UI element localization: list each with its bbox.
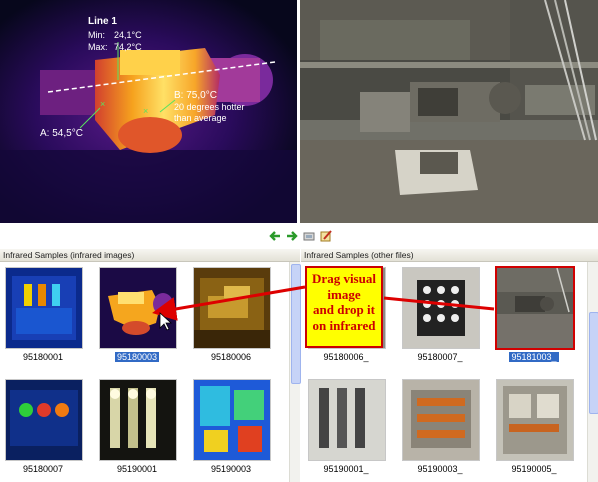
point-b-note-2: than average — [174, 113, 227, 123]
thumbnail-95180007[interactable] — [5, 379, 83, 461]
min-value: 24,1°C — [114, 30, 142, 40]
thumbnail-label-selected: 95180003 — [114, 352, 160, 362]
infrared-image-preview: × × Line 1 Min: 24,1°C Max: 74,2°C A: 54… — [0, 0, 297, 223]
visual-photo — [300, 0, 598, 223]
callout-line: and drop it — [313, 302, 375, 317]
callout-line: Drag visual — [312, 271, 376, 286]
thumbnail-95190001_[interactable] — [308, 379, 386, 461]
right-scrollbar[interactable] — [587, 262, 598, 482]
forward-arrow-icon[interactable] — [285, 229, 299, 243]
scroll-thumb[interactable] — [291, 264, 301, 384]
thumbnail-95190005_[interactable] — [496, 379, 574, 461]
thumbnail-label-selected: 95181003_ — [509, 352, 559, 362]
thumbnail-label: 95190005_ — [511, 464, 557, 474]
thumbnail-label: 95190003_ — [417, 464, 463, 474]
infrared-image: × × Line 1 Min: 24,1°C Max: 74,2°C A: 54… — [0, 0, 297, 223]
thumbnail-label: 95180006_ — [323, 352, 369, 362]
pane-title: Infrared Samples (other files) — [301, 249, 598, 262]
infrared-images-pane: Infrared Samples (infrared images) 95180… — [0, 249, 301, 482]
thumbnail-95180006[interactable] — [193, 267, 271, 349]
thumbnail-label: 95180006 — [210, 352, 252, 362]
max-value: 74,2°C — [114, 42, 142, 52]
thumbnail-95181003_[interactable] — [495, 266, 575, 350]
thumbnail-95190001[interactable] — [99, 379, 177, 461]
thumbnail-95190003[interactable] — [193, 379, 271, 461]
thumbnail-label: 95190003 — [210, 464, 252, 474]
thumbnail-95180007_[interactable] — [402, 267, 480, 349]
visual-image-preview — [300, 0, 598, 223]
svg-text:×: × — [100, 99, 105, 109]
drag-instruction-callout: Drag visual image and drop it on infrare… — [305, 266, 383, 348]
line-title: Line 1 — [88, 16, 117, 27]
thumbnail-95190003_[interactable] — [402, 379, 480, 461]
max-label: Max: — [88, 42, 108, 52]
scroll-thumb[interactable] — [589, 312, 598, 414]
point-b-note-1: 20 degrees hotter — [174, 102, 245, 112]
thumbnail-95180003[interactable] — [99, 267, 177, 349]
thumbnail-label: 95180007_ — [417, 352, 463, 362]
thumbnail-label: 95180001 — [22, 352, 64, 362]
left-scrollbar[interactable] — [289, 262, 301, 482]
pane-title: Infrared Samples (infrared images) — [0, 249, 300, 262]
thumbnail-label: 95190001 — [116, 464, 158, 474]
svg-text:×: × — [143, 106, 148, 116]
point-a-label: A: 54,5°C — [40, 128, 83, 139]
back-arrow-icon[interactable] — [268, 229, 282, 243]
min-label: Min: — [88, 30, 105, 40]
thumbnail-label: 95190001_ — [323, 464, 369, 474]
thumbnail-label: 95180007 — [22, 464, 64, 474]
toolbar — [0, 229, 598, 247]
edit-icon[interactable] — [319, 229, 333, 243]
callout-line: on infrared — [312, 317, 376, 333]
thumbnail-95180001[interactable] — [5, 267, 83, 349]
callout-line: image — [327, 286, 361, 302]
display-icon[interactable] — [302, 229, 316, 243]
point-b-label: B: 75,0°C — [174, 90, 217, 101]
